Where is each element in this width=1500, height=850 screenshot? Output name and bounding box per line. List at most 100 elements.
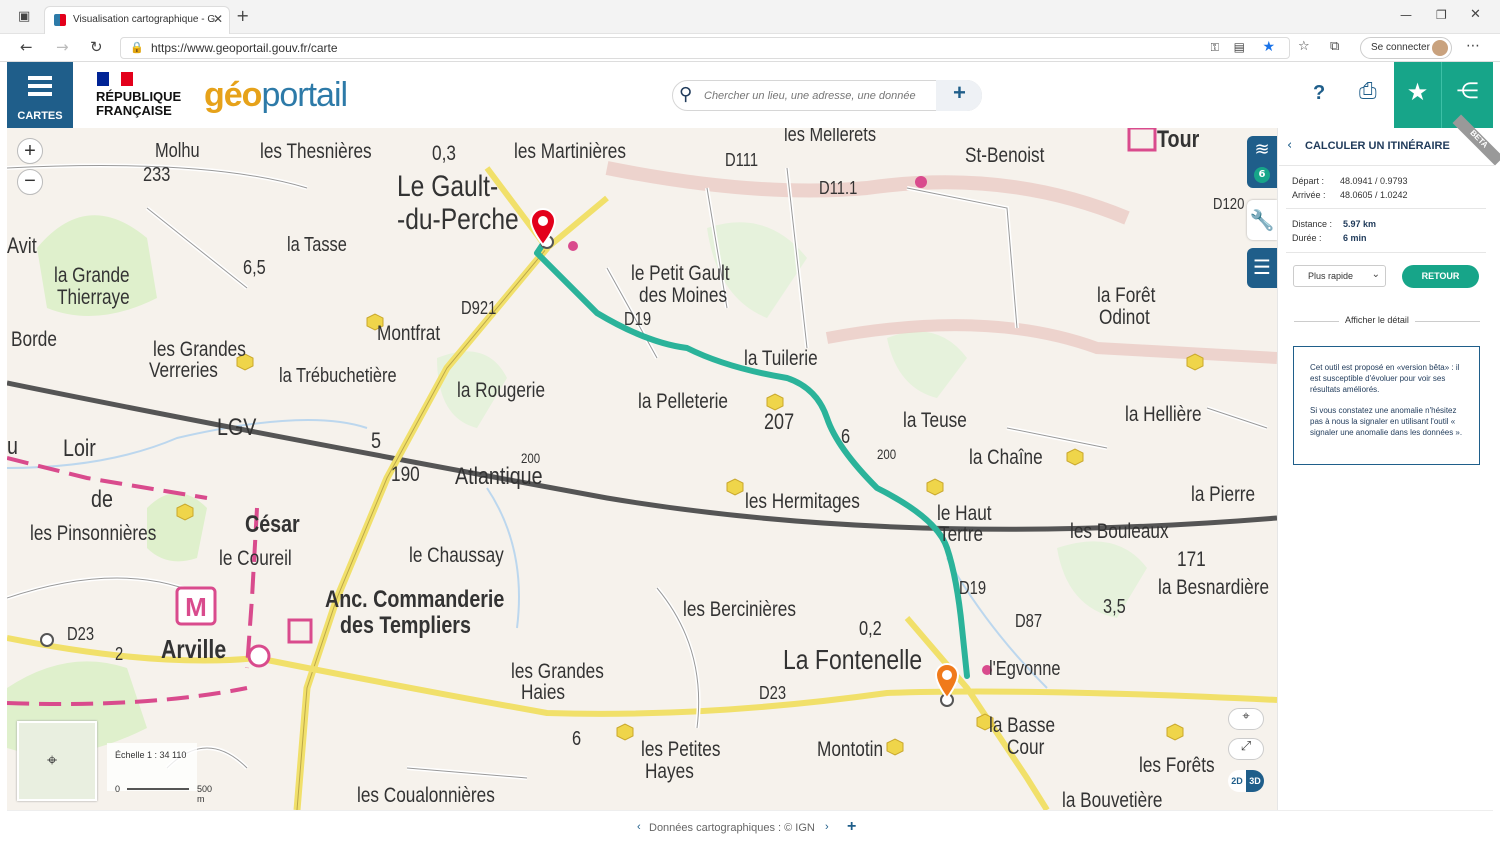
divider	[1286, 252, 1486, 253]
map-place-label: le Coureil	[219, 547, 292, 570]
legend-button[interactable]: ☰	[1247, 248, 1277, 288]
favorites-icon[interactable]: ☆	[1298, 39, 1310, 54]
tools-button[interactable]: 🔧	[1247, 200, 1277, 240]
signin-button[interactable]: Se connecter	[1360, 37, 1452, 59]
mode-2d-button[interactable]: 2D	[1228, 770, 1246, 792]
more-menu-icon[interactable]: ⋯	[1466, 38, 1480, 54]
map-place-label: les Thesnières	[260, 140, 372, 163]
map-place-label: D23	[759, 683, 787, 703]
map-place-label: la Trébuchetière	[279, 365, 397, 387]
map-place-label: La Fontenelle	[783, 644, 923, 675]
scale-bar: Échelle 1 : 34 110 0 500 m	[107, 743, 212, 804]
site-header: CARTES RÉPUBLIQUE FRANÇAISE géoportail ⚲…	[7, 62, 1493, 128]
print-icon[interactable]: ⎙	[1359, 79, 1377, 104]
back-icon[interactable]: ←	[20, 38, 33, 56]
distance-value: 5.97 km	[1343, 219, 1377, 229]
show-detail-link[interactable]: Afficher le détail	[1339, 315, 1415, 325]
view-mode-toggle[interactable]: 2D 3D	[1228, 770, 1264, 792]
map-place-label: la Besnardière	[1158, 576, 1270, 599]
republic-label: RÉPUBLIQUE FRANÇAISE	[96, 89, 182, 118]
scale-min: 0	[115, 784, 121, 794]
svg-text:M: M	[185, 592, 207, 622]
lock-icon: 🔒	[130, 41, 144, 54]
map-place-label: Avit	[7, 233, 37, 258]
summary-block: Distance :5.97 km Durée :6 min	[1292, 219, 1377, 243]
map-place-label: -du-Perche	[397, 203, 519, 236]
reader-icon[interactable]: ▤	[1234, 40, 1245, 54]
start-marker-icon[interactable]	[529, 208, 557, 246]
itinerary-panel: ‹ CALCULER UN ITINÉRAIRE BETA Départ :48…	[1277, 114, 1500, 810]
geoportail-logo[interactable]: géoportail	[204, 76, 348, 115]
credits-next-icon[interactable]: ›	[825, 821, 829, 833]
browser-tab[interactable]: Visualisation cartographique - G ✕	[44, 6, 230, 34]
map-place-label: 190	[391, 463, 420, 486]
search-placeholder: Chercher un lieu, une adresse, une donné…	[704, 90, 916, 102]
forward-icon[interactable]: →	[56, 38, 69, 56]
help-button[interactable]: ?	[1313, 82, 1325, 105]
map-place-label: Tour	[1157, 128, 1200, 153]
search-add-button[interactable]: +	[936, 80, 982, 111]
route-mode-select[interactable]: Plus rapide ⌄	[1293, 265, 1386, 287]
new-tab-icon[interactable]: +	[236, 6, 249, 25]
layers-button[interactable]: ≋ 6	[1247, 136, 1277, 188]
map-place-label: D11.1	[819, 178, 858, 198]
map-place-label: D120	[1213, 196, 1245, 213]
collections-icon[interactable]: ⧉	[1330, 39, 1339, 54]
map-canvas: M	[7, 128, 1277, 810]
map-place-label: des Templiers	[340, 612, 471, 639]
overview-minimap[interactable]: ⌖	[17, 721, 97, 801]
restore-icon[interactable]: ❐	[1436, 8, 1447, 22]
map-place-label: 200	[521, 450, 541, 466]
route-mode-value: Plus rapide	[1308, 271, 1354, 281]
favorite-star-icon[interactable]: ★	[1262, 39, 1275, 55]
end-marker-icon[interactable]	[934, 663, 960, 699]
map-place-label: 2	[115, 644, 124, 664]
chevron-down-icon: ⌄	[1371, 269, 1380, 280]
credits-more-icon[interactable]: +	[847, 818, 856, 836]
layers-count-badge: 6	[1254, 167, 1270, 183]
map-place-label: la Bouvetière	[1062, 789, 1163, 810]
search-box[interactable]: ⚲ Chercher un lieu, une adresse, une don…	[672, 80, 982, 111]
map-place-label: de	[91, 486, 113, 513]
map-view[interactable]: M Molhu 233 les Thesnières 0,3 les Martinièr…	[7, 128, 1277, 810]
zoom-out-button[interactable]: −	[17, 169, 43, 195]
close-window-icon[interactable]: ✕	[1470, 7, 1481, 22]
reload-icon[interactable]: ↻	[90, 38, 103, 56]
map-place-label: 233	[143, 164, 171, 186]
map-place-label: Thierraye	[57, 286, 130, 309]
map-place-label: LGV	[217, 414, 257, 441]
credits-prev-icon[interactable]: ‹	[637, 821, 641, 833]
close-tab-icon[interactable]: ✕	[213, 12, 223, 26]
map-place-label: D111	[725, 150, 759, 170]
depart-value: 48.0941 / 0.9793	[1340, 176, 1408, 186]
map-place-label: les Forêts	[1139, 754, 1215, 777]
minimize-icon[interactable]: —	[1400, 8, 1412, 22]
map-place-label: D23	[67, 624, 95, 644]
address-bar[interactable]: 🔒 https://www.geoportail.gouv.fr/carte ⚿…	[120, 37, 1290, 59]
maps-menu-button[interactable]: CARTES	[7, 62, 73, 128]
map-place-label: la Pelleterie	[638, 390, 728, 413]
back-button[interactable]: RETOUR	[1402, 265, 1479, 288]
chevron-left-icon[interactable]: ‹	[1287, 138, 1292, 153]
key-icon[interactable]: ⚿	[1211, 41, 1219, 55]
share-icon[interactable]: ⋲	[1441, 62, 1493, 128]
map-place-label: la Basse	[989, 714, 1056, 737]
zoom-in-button[interactable]: +	[17, 138, 43, 164]
map-place-label: 200	[877, 446, 897, 462]
map-place-label: les Hermitages	[745, 490, 860, 513]
mode-3d-button[interactable]: 3D	[1246, 770, 1264, 792]
fullscreen-button[interactable]: ⤢	[1228, 738, 1264, 760]
favorites-star-icon[interactable]: ★	[1394, 62, 1441, 128]
map-place-label: des Moines	[639, 284, 728, 307]
map-place-label: Hayes	[645, 760, 694, 783]
notice-paragraph-1: Cet outil est proposé en «version bêta» …	[1310, 363, 1460, 394]
map-place-label: 6	[841, 426, 851, 448]
map-place-label: Cour	[1007, 736, 1045, 759]
notice-paragraph-2: Si vous constatez une anomalie n'hésitez…	[1310, 406, 1463, 437]
map-place-label: Tertre	[939, 523, 984, 546]
map-place-label: la Pierre	[1191, 483, 1256, 506]
tab-actions-icon[interactable]: ▣	[18, 9, 30, 24]
map-place-label: Montotin	[817, 738, 884, 761]
geolocate-button[interactable]: ⌖	[1228, 708, 1264, 730]
favicon-icon	[54, 14, 66, 26]
